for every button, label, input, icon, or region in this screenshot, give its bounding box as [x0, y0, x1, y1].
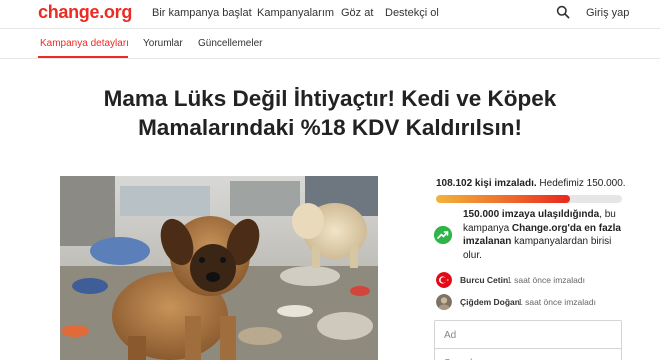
tab-updates[interactable]: Güncellemeler [198, 38, 262, 49]
goal-message-threshold: 150.000 imzaya ulaşıldığında [463, 209, 600, 220]
petition-tabs: Kampanya detayları Yorumlar Güncellemele… [0, 29, 660, 59]
signer-name: Burcu Cetin [460, 275, 509, 285]
signed-count-text: 108.102 kişi imzaladı. [436, 178, 537, 189]
nav-start-campaign[interactable]: Bir kampanya başlat [152, 7, 252, 19]
last-name-input[interactable] [435, 349, 621, 360]
signature-count: 108.102 kişi imzaladı. Hedefimiz 150.000… [436, 178, 626, 189]
user-photo-icon [436, 294, 452, 310]
nav-browse[interactable]: Göz at [341, 7, 373, 19]
top-navigation: change.org Bir kampanya başlat Kampanyal… [0, 0, 660, 29]
nav-my-campaigns[interactable]: Kampanyalarım [257, 7, 334, 19]
goal-message: 150.000 imzaya ulaşıldığında, bu kampany… [463, 208, 623, 262]
active-tab-indicator [38, 56, 128, 58]
signer-time: 1 saat önce imzaladı [518, 297, 596, 307]
avatar [436, 272, 452, 288]
signer-time: 1 saat önce imzaladı [507, 275, 585, 285]
petition-title: Mama Lüks Değil İhtiyaçtır! Kedi ve Köpe… [103, 86, 557, 140]
trending-up-icon [434, 226, 452, 244]
last-name-field [434, 348, 622, 360]
search-icon[interactable] [556, 5, 570, 19]
puppy-photo-illustration [60, 176, 378, 360]
login-link[interactable]: Giriş yap [586, 7, 629, 19]
petition-photo [60, 176, 378, 360]
signature-progress-fill [436, 195, 570, 203]
tab-campaign-details[interactable]: Kampanya detayları [40, 38, 129, 49]
avatar [436, 294, 452, 310]
turkey-flag-icon [436, 272, 452, 288]
first-name-input[interactable] [435, 321, 621, 349]
first-name-field [434, 320, 622, 350]
nav-become-supporter[interactable]: Destekçi ol [385, 7, 439, 19]
signature-progress-bar [436, 195, 622, 203]
tab-comments[interactable]: Yorumlar [143, 38, 183, 49]
signer-name: Çiğdem Doğan [460, 297, 520, 307]
change-org-logo[interactable]: change.org [38, 2, 132, 23]
goal-count-text: Hedefimiz 150.000. [539, 178, 626, 189]
